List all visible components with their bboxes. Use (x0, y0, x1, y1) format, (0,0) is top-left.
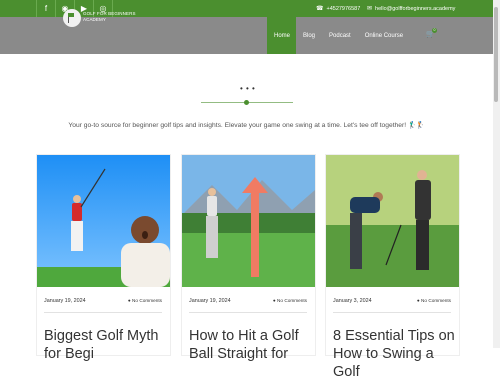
post-meta: January 19, 2024 ● No Comments (44, 298, 162, 304)
comment-icon: ● (127, 298, 131, 303)
nav-home[interactable]: Home (267, 17, 296, 54)
comment-icon: ● (272, 298, 276, 303)
scrollbar-thumb[interactable] (494, 7, 498, 102)
post-date: January 19, 2024 (189, 298, 231, 304)
phone-number: +4527976587 (326, 5, 361, 12)
nav-online-course[interactable]: Online Course (358, 17, 410, 54)
post-card[interactable]: January 3, 2024 ● No Comments 8 Essentia… (325, 154, 460, 380)
cart-count-badge: 0 (432, 28, 437, 33)
post-thumbnail[interactable] (182, 155, 315, 287)
tagline: Your go-to source for beginner golf tips… (68, 122, 425, 129)
nav-podcast[interactable]: Podcast (322, 17, 358, 54)
email-link[interactable]: ✉ hello@golfforbeginners.academy (367, 0, 455, 17)
meta-divider (44, 312, 162, 313)
facebook-icon[interactable]: f (36, 0, 55, 17)
post-thumbnail[interactable] (326, 155, 459, 287)
post-card[interactable]: January 19, 2024 ● No Comments How to Hi… (181, 154, 316, 362)
post-title[interactable]: 8 Essential Tips on How to Swing a Golf (333, 327, 455, 381)
email-address: hello@golfforbeginners.academy (375, 5, 456, 12)
post-card[interactable]: January 19, 2024 ● No Comments Biggest G… (36, 154, 171, 362)
comments-link[interactable]: ● No Comments (128, 298, 162, 303)
post-meta: January 3, 2024 ● No Comments (333, 298, 451, 304)
scrollbar[interactable] (493, 0, 500, 348)
section-ellipsis: • • • (240, 84, 256, 93)
logo-icon[interactable] (63, 9, 81, 27)
post-title[interactable]: How to Hit a Golf Ball Straight for (189, 327, 311, 363)
comment-icon: ● (416, 298, 420, 303)
nav-blog[interactable]: Blog (296, 17, 322, 54)
comments-link[interactable]: ● No Comments (273, 298, 307, 303)
phone-link[interactable]: ☎ +4527976587 (316, 0, 360, 17)
divider-dot (244, 100, 249, 105)
mail-icon: ✉ (367, 6, 373, 12)
meta-divider (333, 312, 451, 313)
post-date: January 3, 2024 (333, 298, 372, 304)
post-title[interactable]: Biggest Golf Myth for Begi (44, 327, 166, 363)
main-nav: Home Blog Podcast Online Course (267, 17, 410, 54)
post-thumbnail[interactable] (37, 155, 170, 287)
meta-divider (189, 312, 307, 313)
post-meta: January 19, 2024 ● No Comments (189, 298, 307, 304)
comments-link[interactable]: ● No Comments (417, 298, 451, 303)
post-date: January 19, 2024 (44, 298, 86, 304)
logo-text[interactable]: GOLF FOR BEGINNERS ACADEMY (83, 11, 136, 22)
phone-icon: ☎ (316, 6, 324, 12)
